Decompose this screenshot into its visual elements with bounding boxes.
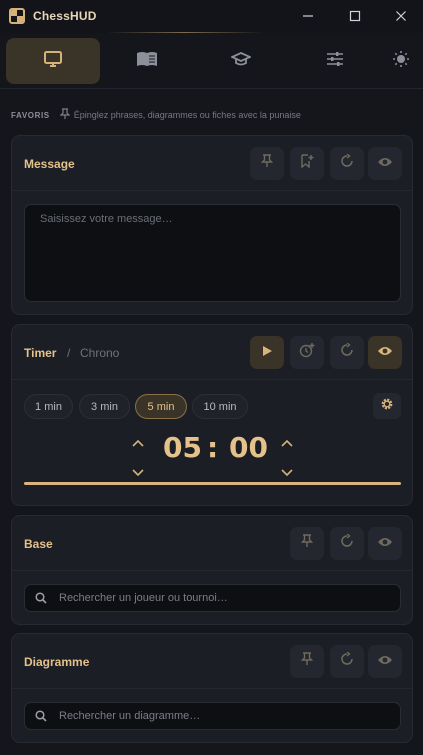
nav-bar — [0, 33, 423, 89]
eye-icon — [377, 535, 393, 553]
tab-settings[interactable] — [288, 38, 382, 84]
reset-icon — [340, 342, 354, 362]
sun-icon — [392, 50, 410, 73]
theme-toggle[interactable] — [384, 38, 418, 84]
pin-icon — [260, 154, 274, 173]
message-title: Message — [24, 157, 75, 171]
base-pin-button[interactable] — [290, 527, 324, 560]
close-button[interactable] — [388, 5, 414, 27]
base-card-header: Base — [12, 516, 412, 571]
pin-icon — [59, 108, 71, 122]
minutes-stepper — [130, 435, 146, 481]
book-icon — [136, 51, 158, 72]
seconds-stepper — [279, 435, 295, 481]
timer-visibility-button[interactable] — [368, 336, 402, 369]
bookmark-add-button[interactable] — [290, 147, 324, 180]
seconds-up-button[interactable] — [281, 435, 293, 453]
diagram-reset-button[interactable] — [330, 645, 364, 678]
minutes-up-button[interactable] — [132, 435, 144, 453]
add-time-button[interactable] — [290, 336, 324, 369]
preset-5min[interactable]: 5 min — [135, 394, 187, 419]
minutes-display[interactable]: 05 — [163, 431, 202, 464]
eye-icon — [377, 344, 393, 362]
tab-separator: / — [67, 346, 71, 360]
title-bar: ChessHUD — [0, 0, 423, 33]
gear-icon — [380, 397, 394, 416]
monitor-icon — [43, 50, 63, 73]
preset-3min[interactable]: 3 min — [79, 394, 130, 419]
timer-progress-bar — [24, 482, 401, 485]
timer-plus-icon — [299, 342, 315, 363]
diagram-card-header: Diagramme — [12, 634, 412, 689]
reset-icon — [340, 651, 354, 671]
base-card: Base — [11, 515, 413, 625]
preset-10min[interactable]: 10 min — [192, 394, 248, 419]
app-logo-icon — [9, 8, 25, 24]
timer-settings-button[interactable] — [373, 393, 401, 419]
pin-icon — [300, 534, 314, 553]
diagram-search — [24, 702, 401, 730]
timer-reset-button[interactable] — [330, 336, 364, 369]
diagram-search-input[interactable] — [59, 710, 379, 722]
base-visibility-button[interactable] — [368, 527, 402, 560]
graduation-cap-icon — [229, 51, 253, 72]
timer-progress-fill — [24, 482, 401, 485]
diagram-pin-button[interactable] — [290, 645, 324, 678]
base-search-input[interactable] — [59, 592, 379, 604]
message-card-header: Message — [12, 136, 412, 191]
reset-icon — [340, 153, 354, 173]
diagram-visibility-button[interactable] — [368, 645, 402, 678]
diagram-card: Diagramme — [11, 633, 413, 743]
visibility-button[interactable] — [368, 147, 402, 180]
preset-1min[interactable]: 1 min — [24, 394, 73, 419]
base-reset-button[interactable] — [330, 527, 364, 560]
base-title: Base — [24, 537, 53, 551]
favorites-bar: FAVORIS Épinglez phrases, diagrammes ou … — [11, 108, 301, 122]
seconds-down-button[interactable] — [281, 463, 293, 481]
maximize-button[interactable] — [342, 5, 368, 27]
eye-icon — [377, 653, 393, 671]
pin-icon — [300, 652, 314, 671]
tab-learning[interactable] — [194, 38, 288, 84]
sliders-icon — [326, 51, 344, 72]
minimize-button[interactable] — [295, 5, 321, 27]
message-card: Message — [11, 135, 413, 315]
app-title: ChessHUD — [33, 9, 97, 23]
search-icon — [35, 710, 47, 722]
play-icon — [261, 344, 273, 362]
tab-library[interactable] — [100, 38, 194, 84]
clock-colon: : — [207, 431, 219, 464]
base-search — [24, 584, 401, 612]
timer-card-header: Timer / Chrono — [12, 325, 412, 380]
favorites-hint: Épinglez phrases, diagrammes ou fiches a… — [73, 110, 301, 120]
reset-icon — [340, 533, 354, 553]
diagram-title: Diagramme — [24, 655, 90, 669]
play-button[interactable] — [250, 336, 284, 369]
minutes-down-button[interactable] — [132, 463, 144, 481]
timer-card: Timer / Chrono 1 min 3 min 5 min 10 min … — [11, 324, 413, 506]
message-input[interactable] — [24, 204, 401, 302]
search-icon — [35, 592, 47, 604]
reset-button[interactable] — [330, 147, 364, 180]
seconds-display[interactable]: 00 — [229, 431, 268, 464]
bookmark-plus-icon — [300, 154, 314, 173]
timer-tab[interactable]: Timer — [24, 346, 56, 360]
chrono-tab[interactable]: Chrono — [80, 346, 119, 360]
eye-icon — [377, 155, 393, 173]
pin-button[interactable] — [250, 147, 284, 180]
tab-display[interactable] — [6, 38, 100, 84]
favorites-label: FAVORIS — [11, 110, 50, 120]
